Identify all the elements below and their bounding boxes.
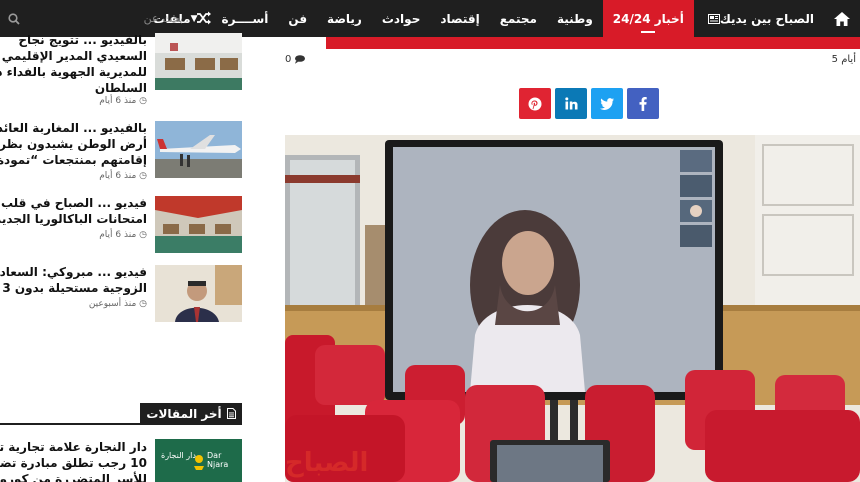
post-title-line: امتحانات الباكالوريا الجديدة [0, 212, 147, 226]
nav-item-label: وطنية [556, 11, 593, 26]
nav-item-economy[interactable]: إقتصاد [430, 0, 489, 37]
clock-icon: ◷ [136, 299, 147, 309]
post-time-text: منذ 6 أيام [99, 230, 137, 240]
nav-item-label: الصباح بين يديك [719, 11, 814, 26]
article-date: 5 أيام [831, 54, 856, 65]
nav-item-label: أخبار 24/24 [612, 11, 684, 26]
newspaper-icon [707, 13, 720, 24]
nav-item-news-24[interactable]: أخبار 24/24 [602, 0, 694, 37]
nav-item-label: حوادث [381, 11, 421, 26]
pinterest-icon [528, 97, 542, 110]
post-title-line: بالفيديو ... تتويج نجاح [18, 33, 147, 47]
post-title-line: السلطان [94, 81, 147, 95]
main-menu: الصباح بين يديك أخبار 24/24 وطنية مجتمع … [143, 0, 824, 37]
search-icon [8, 12, 20, 25]
site-watermark: الصباح [285, 448, 369, 478]
post-time: ◷ منذ أسبوعين [0, 299, 147, 309]
share-twitter-button[interactable] [591, 88, 623, 119]
sidebar-post[interactable]: فيديو ... الصباح في قلب مراكز امتحانات ا… [0, 193, 242, 253]
twitter-icon [600, 97, 614, 110]
clock-icon: ◷ [136, 230, 147, 240]
nav-item-sabah-in-hand[interactable]: الصباح بين يديك [694, 0, 824, 37]
post-title-line: بالفيديو ... المغاربة العائدون إلى [0, 121, 147, 135]
post-title-line: أرض الوطن يشيدون بظروف [0, 137, 147, 151]
post-time: ◷ منذ 6 أيام [0, 96, 147, 106]
nav-item-label: فن [288, 11, 308, 26]
post-title[interactable]: فيديو ... الصباح في قلب مراكز امتحانات ا… [0, 195, 147, 227]
post-thumbnail[interactable] [155, 121, 242, 178]
home-icon [834, 11, 850, 26]
comments-icon [295, 55, 306, 64]
nav-item-society[interactable]: مجتمع [490, 0, 547, 37]
nav-item-national[interactable]: وطنية [547, 0, 603, 37]
search-input[interactable] [28, 12, 183, 25]
post-thumbnail[interactable] [155, 196, 242, 253]
nav-item-incidents[interactable]: حوادث [372, 0, 431, 37]
post-time-text: منذ 6 أيام [99, 171, 137, 181]
shuffle-icon [197, 11, 211, 25]
section-divider [0, 423, 242, 425]
post-time: ◷ منذ 6 أيام [0, 230, 147, 240]
post-thumbnail[interactable] [155, 33, 242, 90]
home-button[interactable] [824, 0, 860, 37]
section-heading-text: أخر المقالات [146, 406, 222, 421]
article-featured-image [285, 135, 860, 482]
classroom-thumbnail [155, 33, 242, 90]
facebook-icon [639, 96, 647, 111]
comments-count[interactable]: 0 [285, 54, 306, 65]
exam-hall-thumbnail [155, 196, 242, 253]
random-article-button[interactable] [196, 10, 212, 26]
post-title-line: 10 رجب تطلق مبادرة تضامنية [0, 456, 147, 470]
post-time-text: منذ 6 أيام [99, 96, 137, 106]
nav-item-art[interactable]: فن [278, 0, 317, 37]
article-header-bar [326, 37, 860, 49]
share-pinterest-button[interactable] [519, 88, 551, 119]
latest-article[interactable]: دار النجارة علامة تجارية تابعة 10 رجب تط… [0, 437, 242, 482]
post-title-line: فيديو ... مبروكي: السعادة [0, 265, 147, 279]
post-title-line: إقامتهم بمنتجعات “تمودة باي” [0, 153, 147, 167]
logo-text-latin: Dar Njara [207, 451, 229, 469]
clock-icon: ◷ [136, 96, 147, 106]
sidebar-post[interactable]: فيديو ... مبروكي: السعادة الزوجية مستحيل… [0, 262, 242, 326]
document-icon [226, 408, 236, 419]
share-buttons [519, 88, 659, 119]
post-time: ◷ منذ 6 أيام [0, 171, 147, 181]
post-title[interactable]: بالفيديو ... المغاربة العائدون إلى أرض ا… [0, 120, 147, 168]
post-title[interactable]: فيديو ... مبروكي: السعادة الزوجية مستحيل… [0, 264, 147, 296]
nav-item-label: مجتمع [499, 11, 537, 26]
section-heading-latest-articles: أخر المقالات [140, 403, 242, 424]
post-title-line: للأسر المتضررة من كورونا [0, 472, 147, 482]
classroom-video-call-illustration [285, 135, 860, 482]
post-time-text: منذ أسبوعين [88, 299, 137, 309]
post-title[interactable]: بالفيديو ... تتويج نجاح السعيدي المدير ا… [0, 32, 147, 96]
post-title-line: الزوجية مستحيلة بدون 3 شروط [0, 281, 147, 295]
linkedin-icon [564, 97, 577, 110]
post-title-line: دار النجارة علامة تجارية تابعة [0, 440, 147, 454]
post-title-line: السعيدي المدير الإقليمي [1, 49, 147, 63]
post-title-line: فيديو ... الصباح في قلب مراكز [0, 196, 147, 210]
share-linkedin-button[interactable] [555, 88, 587, 119]
interview-thumbnail [155, 265, 242, 322]
post-thumbnail[interactable]: دار النجارة Dar Njara [155, 439, 242, 482]
post-title[interactable]: دار النجارة علامة تجارية تابعة 10 رجب تط… [0, 439, 147, 482]
post-thumbnail[interactable] [155, 265, 242, 322]
clock-icon: ◷ [136, 171, 147, 181]
nav-item-label: أســــرة [221, 11, 269, 26]
nav-item-label: رياضة [327, 11, 362, 26]
post-title-line: للمديرية الجهوية بالفداء درب [0, 65, 147, 79]
airplane-thumbnail [155, 121, 242, 178]
sidebar-post[interactable]: بالفيديو ... المغاربة العائدون إلى أرض ا… [0, 118, 242, 188]
sidebar-post[interactable]: بالفيديو ... تتويج نجاح السعيدي المدير ا… [0, 30, 242, 110]
share-facebook-button[interactable] [627, 88, 659, 119]
logo-text-arabic: دار النجارة [161, 451, 196, 460]
comments-count-value: 0 [285, 54, 292, 65]
nav-item-sports[interactable]: رياضة [317, 0, 372, 37]
nav-item-label: إقتصاد [440, 11, 480, 26]
